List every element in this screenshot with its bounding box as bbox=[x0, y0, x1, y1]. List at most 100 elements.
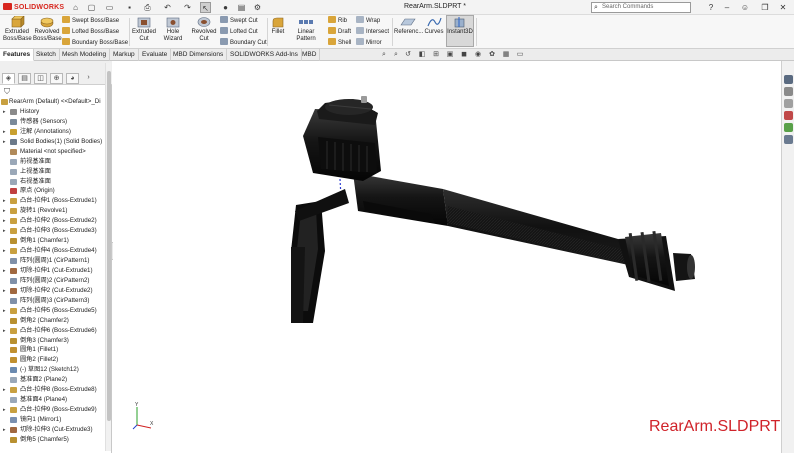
expand-arrow-icon[interactable]: ▸ bbox=[3, 226, 6, 236]
options-icon[interactable]: ⚙ bbox=[252, 2, 263, 13]
view-palette-icon[interactable] bbox=[784, 111, 793, 120]
revolved-cut-button[interactable]: Revolved Cut bbox=[190, 16, 218, 43]
feature-manager-tab-icon[interactable]: ◈ bbox=[2, 73, 15, 84]
tree-node[interactable]: 圆角1 (Fillet1) bbox=[0, 345, 105, 355]
tab-mbd[interactable]: MBD bbox=[299, 49, 321, 61]
solidworks-resources-icon[interactable] bbox=[784, 75, 793, 84]
tree-node[interactable]: ▸ 凸台-拉伸6 (Boss-Extrude6) bbox=[0, 326, 105, 336]
expand-arrow-icon[interactable]: ▸ bbox=[3, 107, 6, 117]
close-icon[interactable]: ✕ bbox=[778, 2, 788, 13]
boundary-boss-button[interactable]: Boundary Boss/Base bbox=[62, 38, 128, 48]
intersect-button[interactable]: Intersect bbox=[356, 27, 389, 37]
redo-icon[interactable]: ↷ bbox=[182, 2, 193, 13]
fillet-button[interactable]: Fillet bbox=[269, 16, 287, 36]
tab-evaluate[interactable]: Evaluate bbox=[139, 49, 172, 61]
property-manager-tab-icon[interactable]: ▤ bbox=[18, 73, 31, 84]
tree-node[interactable]: 阵列(圆周)2 (CirPattern2) bbox=[0, 276, 105, 286]
save-icon[interactable]: ▪ bbox=[124, 2, 135, 13]
user-icon[interactable]: ☺ bbox=[740, 2, 750, 13]
tree-node[interactable]: 基准面4 (Plane4) bbox=[0, 395, 105, 405]
tree-node[interactable]: ▸ 切除-拉伸3 (Cut-Extrude3) bbox=[0, 425, 105, 435]
tab-solidworks-add-ins[interactable]: SOLIDWORKS Add-Ins bbox=[227, 49, 302, 61]
tree-node[interactable]: ▸ 注解 (Annotations) bbox=[0, 127, 105, 137]
linear-pattern-button[interactable]: Linear Pattern bbox=[288, 16, 324, 43]
tree-node[interactable]: ▸ 凸台-拉伸5 (Boss-Extrude5) bbox=[0, 306, 105, 316]
tree-node[interactable]: ▸ 凸台-拉伸9 (Boss-Extrude9) bbox=[0, 405, 105, 415]
expand-arrow-icon[interactable]: ▸ bbox=[3, 405, 6, 415]
hide-show-items-icon[interactable]: ◉ bbox=[474, 51, 482, 59]
tree-node[interactable]: 倒角5 (Chamfer5) bbox=[0, 435, 105, 445]
tab-markup[interactable]: Markup bbox=[110, 49, 139, 61]
expand-arrow-icon[interactable]: ▸ bbox=[3, 326, 6, 336]
tree-node[interactable]: ▸ 凸台-拉伸8 (Boss-Extrude8) bbox=[0, 385, 105, 395]
filter-icon[interactable]: ⛉ bbox=[4, 87, 10, 97]
edit-appearance-icon[interactable]: ✿ bbox=[488, 51, 496, 59]
view-settings-icon[interactable]: ▭ bbox=[516, 51, 524, 59]
help-icon[interactable]: ? bbox=[706, 2, 716, 13]
hole-wizard-button[interactable]: Hole Wizard bbox=[158, 16, 188, 43]
home-icon[interactable]: ⌂ bbox=[70, 2, 81, 13]
tree-node[interactable]: ▸ Solid Bodies(1) (Solid Bodies) bbox=[0, 137, 105, 147]
expand-arrow-icon[interactable]: ▸ bbox=[3, 385, 6, 395]
tree-node[interactable]: 圆角2 (Fillet2) bbox=[0, 355, 105, 365]
draft-button[interactable]: Draft bbox=[328, 27, 351, 37]
lofted-cut-button[interactable]: Lofted Cut bbox=[220, 27, 258, 37]
tree-node[interactable]: 阵列(圆周)1 (CirPattern1) bbox=[0, 256, 105, 266]
extruded-boss-button[interactable]: Extruded Boss/Base bbox=[3, 16, 32, 43]
tab-features[interactable]: Features bbox=[0, 49, 35, 61]
appearances-icon[interactable] bbox=[784, 123, 793, 132]
tree-node[interactable]: ▸ 凸台-拉伸3 (Boss-Extrude3) bbox=[0, 226, 105, 236]
rebuild-icon[interactable]: ● bbox=[220, 2, 231, 13]
graphics-area[interactable]: Y X RearArm.SLDPRT bbox=[113, 61, 781, 453]
tab-mbd-dimensions[interactable]: MBD Dimensions bbox=[170, 49, 228, 61]
expand-tabs-icon[interactable]: › bbox=[82, 73, 95, 84]
display-manager-tab-icon[interactable]: ◕ bbox=[66, 73, 79, 84]
expand-arrow-icon[interactable]: ▸ bbox=[3, 425, 6, 435]
wrap-button[interactable]: Wrap bbox=[356, 16, 380, 26]
tree-node[interactable]: ▸ 凸台-拉伸2 (Boss-Extrude2) bbox=[0, 216, 105, 226]
tree-node[interactable]: ▸ 切除-拉伸2 (Cut-Extrude2) bbox=[0, 286, 105, 296]
design-library-icon[interactable] bbox=[784, 87, 793, 96]
zoom-to-area-icon[interactable]: ⌕ bbox=[392, 51, 400, 59]
tree-node[interactable]: ▸ 切除-拉伸1 (Cut-Extrude1) bbox=[0, 266, 105, 276]
rib-button[interactable]: Rib bbox=[328, 16, 347, 26]
tree-node[interactable]: ▸ History bbox=[0, 107, 105, 117]
tree-node[interactable]: 传感器 (Sensors) bbox=[0, 117, 105, 127]
configuration-manager-tab-icon[interactable]: ◫ bbox=[34, 73, 47, 84]
tree-node[interactable]: Material <not specified> bbox=[0, 147, 105, 157]
apply-scene-icon[interactable]: ▦ bbox=[502, 51, 510, 59]
expand-arrow-icon[interactable]: ▸ bbox=[3, 206, 6, 216]
expand-arrow-icon[interactable]: ▸ bbox=[3, 196, 6, 206]
solidworks-logo[interactable]: SOLIDWORKS bbox=[3, 3, 64, 11]
tree-node[interactable]: 倒角3 (Chamfer3) bbox=[0, 336, 105, 346]
tree-node[interactable]: 前视基准面 bbox=[0, 157, 105, 167]
open-icon[interactable]: ▭ bbox=[104, 2, 115, 13]
dimxpert-manager-tab-icon[interactable]: ⊕ bbox=[50, 73, 63, 84]
new-document-icon[interactable]: ▢ bbox=[86, 2, 97, 13]
print-icon[interactable]: ⎙ bbox=[142, 2, 153, 13]
tree-node[interactable]: ▸ 凸台-拉伸1 (Boss-Extrude1) bbox=[0, 196, 105, 206]
tree-node[interactable]: 原点 (Origin) bbox=[0, 186, 105, 196]
tree-node[interactable]: 阵列(圆周)3 (CirPattern3) bbox=[0, 296, 105, 306]
file-explorer-icon[interactable] bbox=[784, 99, 793, 108]
section-view-icon[interactable]: ◧ bbox=[418, 51, 426, 59]
boundary-cut-button[interactable]: Boundary Cut bbox=[220, 38, 267, 48]
tree-node[interactable]: 倒角2 (Chamfer2) bbox=[0, 316, 105, 326]
custom-properties-icon[interactable] bbox=[784, 135, 793, 144]
curves-button[interactable]: Curves bbox=[423, 16, 445, 36]
expand-arrow-icon[interactable]: ▸ bbox=[3, 286, 6, 296]
view-orientation-icon[interactable]: ▣ bbox=[446, 51, 454, 59]
swept-cut-button[interactable]: Swept Cut bbox=[220, 16, 258, 26]
tree-node[interactable]: ▸ 旋转1 (Revolve1) bbox=[0, 206, 105, 216]
minimize-icon[interactable]: – bbox=[722, 2, 732, 13]
tree-root[interactable]: RearArm (Default) <<Default>_Di bbox=[0, 97, 105, 107]
expand-arrow-icon[interactable]: ▸ bbox=[3, 137, 6, 147]
dynamic-annotation-icon[interactable]: ⊞ bbox=[432, 51, 440, 59]
undo-icon[interactable]: ↶ bbox=[162, 2, 173, 13]
tree-node[interactable]: 右视基准面 bbox=[0, 177, 105, 187]
tab-mesh-modeling[interactable]: Mesh Modeling bbox=[59, 49, 111, 61]
tab-sketch[interactable]: Sketch bbox=[33, 49, 60, 61]
mirror-button[interactable]: Mirror bbox=[356, 38, 382, 48]
zoom-to-fit-icon[interactable]: ⌕ bbox=[380, 51, 388, 59]
tree-node[interactable]: 倒角1 (Chamfer1) bbox=[0, 236, 105, 246]
